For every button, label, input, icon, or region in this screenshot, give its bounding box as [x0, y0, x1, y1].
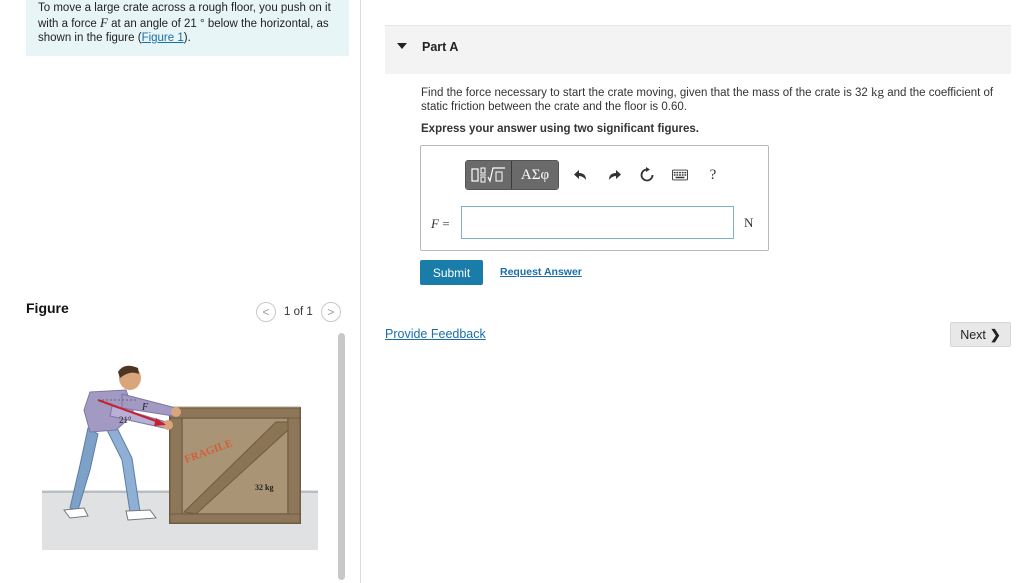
figure-link[interactable]: Figure 1: [142, 32, 184, 44]
next-button[interactable]: Next ❯: [950, 322, 1011, 347]
templates-icon: [470, 167, 505, 183]
chevron-left-icon: <: [262, 305, 270, 319]
answer-input[interactable]: [461, 206, 734, 239]
figure-scrollbar[interactable]: [338, 333, 345, 580]
undo-icon: [574, 170, 586, 180]
submit-button[interactable]: Submit: [420, 260, 483, 285]
template-button-group: ΑΣφ: [465, 160, 559, 190]
answer-box: ΑΣφ ? F = N: [420, 145, 769, 251]
next-figure-button[interactable]: >: [320, 302, 341, 322]
force-variable: F: [100, 14, 108, 30]
figure-image: FRAGILE 32 kg F 21°: [26, 330, 334, 552]
answer-variable: F: [431, 216, 439, 231]
mass-label: 32 kg: [255, 483, 273, 492]
figure-counter: 1 of 1: [284, 306, 313, 318]
angle-label: 21°: [119, 415, 132, 425]
answer-equals: =: [438, 216, 450, 231]
request-answer-link[interactable]: Request Answer: [500, 266, 582, 278]
crate: FRAGILE 32 kg: [169, 406, 301, 524]
answer-instruction: Express your answer using two significan…: [421, 123, 699, 135]
help-button[interactable]: ?: [705, 167, 721, 183]
greek-symbols-button[interactable]: ΑΣφ: [512, 161, 558, 189]
question-unit: kg: [871, 84, 884, 99]
next-label: Next: [960, 327, 986, 342]
chevron-right-icon: ❯: [989, 326, 1001, 342]
keyboard-button[interactable]: [672, 167, 688, 183]
math-toolbar: ΑΣφ ?: [465, 160, 721, 190]
answer-label: F =: [431, 216, 450, 232]
reset-button[interactable]: [639, 167, 655, 183]
undo-button[interactable]: [573, 167, 589, 183]
part-title: Part A: [422, 40, 459, 54]
provide-feedback-link[interactable]: Provide Feedback: [385, 327, 486, 341]
figure-heading: Figure: [26, 300, 69, 316]
keyboard-icon: [672, 169, 688, 181]
question-text: Find the force necessary to start the cr…: [421, 85, 1011, 114]
collapse-triangle-icon: [397, 43, 407, 49]
problem-text-3: ).: [183, 32, 191, 44]
chevron-right-icon: >: [327, 305, 335, 319]
force-arrow-label: F: [141, 402, 149, 413]
panel-divider: [360, 0, 361, 583]
reset-icon: [640, 167, 654, 182]
left-panel: To move a large crate across a rough flo…: [0, 0, 360, 583]
redo-icon: [609, 170, 621, 180]
figure-navigation: < 1 of 1 >: [256, 302, 341, 322]
toolbar-icons: ?: [573, 167, 721, 183]
redo-button[interactable]: [606, 167, 622, 183]
crate-push-illustration: FRAGILE 32 kg F 21°: [42, 365, 318, 550]
templates-button[interactable]: [466, 161, 512, 189]
answer-unit: N: [744, 215, 754, 230]
problem-statement: To move a large crate across a rough flo…: [26, 0, 349, 56]
part-a-header[interactable]: Part A: [385, 25, 1011, 74]
question-part-1: Find the force necessary to start the cr…: [421, 87, 871, 99]
prev-figure-button[interactable]: <: [256, 302, 276, 322]
